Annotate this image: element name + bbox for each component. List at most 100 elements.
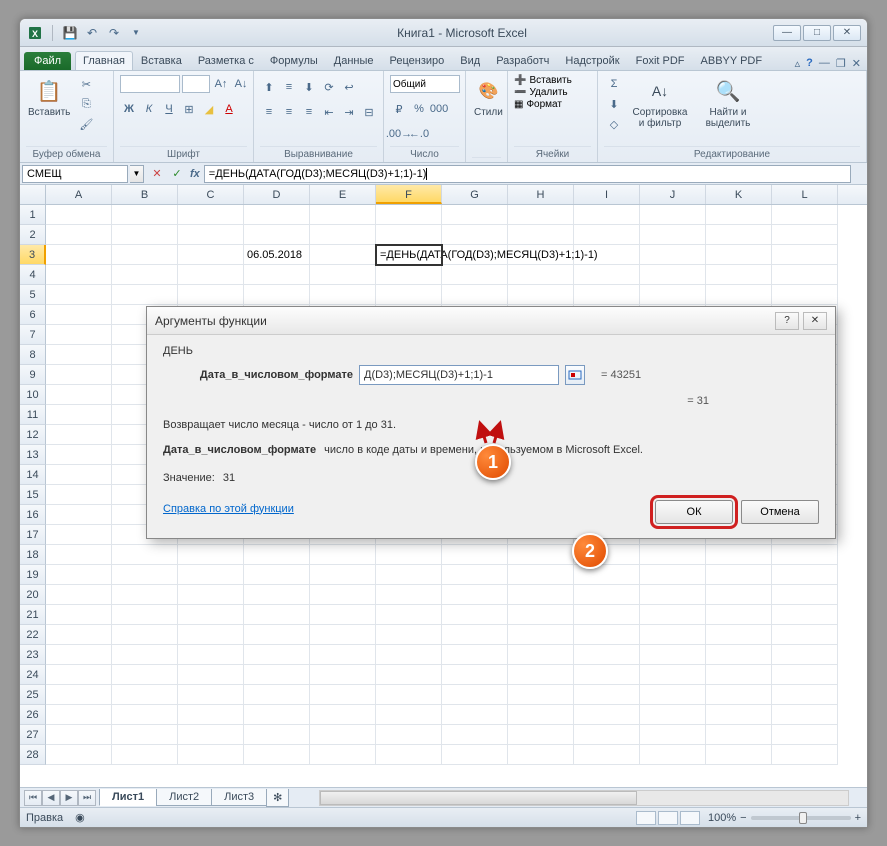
name-box[interactable]: СМЕЩ [22,165,128,183]
cell[interactable] [640,565,706,585]
ribbon-tab-formulas[interactable]: Формулы [262,51,326,70]
cell[interactable] [442,745,508,765]
col-header-A[interactable]: A [46,185,112,204]
currency-icon[interactable]: ₽ [390,100,408,118]
cell[interactable] [310,585,376,605]
col-header-E[interactable]: E [310,185,376,204]
cell[interactable] [310,245,376,265]
cell[interactable] [640,725,706,745]
cell[interactable] [772,205,838,225]
cell[interactable] [46,385,112,405]
cell[interactable] [46,225,112,245]
row-header-11[interactable]: 11 [20,405,46,425]
qat-dropdown-icon[interactable]: ▼ [127,24,145,42]
cell[interactable] [574,745,640,765]
ok-button[interactable]: ОК [655,500,733,524]
cell[interactable] [442,605,508,625]
close-button[interactable]: ✕ [833,25,861,41]
row-header-18[interactable]: 18 [20,545,46,565]
cell[interactable] [640,225,706,245]
new-sheet-tab[interactable]: ✻ [266,789,289,807]
cell[interactable] [178,565,244,585]
row-header-10[interactable]: 10 [20,385,46,405]
bold-icon[interactable]: Ж [120,100,138,118]
ribbon-tab-home[interactable]: Главная [75,51,133,70]
cell[interactable] [310,685,376,705]
insert-cells-button[interactable]: ➕Вставить [514,75,572,86]
dec-decimal-icon[interactable]: ←.0 [410,125,428,143]
cell[interactable] [178,665,244,685]
col-header-K[interactable]: K [706,185,772,204]
align-left-icon[interactable]: ≡ [260,103,278,121]
minimize-button[interactable]: — [773,25,801,41]
cell[interactable] [244,745,310,765]
tab-nav-first[interactable]: ⏮ [24,790,42,806]
row-header-22[interactable]: 22 [20,625,46,645]
row-header-13[interactable]: 13 [20,445,46,465]
cell[interactable] [442,285,508,305]
cell[interactable] [310,665,376,685]
col-header-G[interactable]: G [442,185,508,204]
cell[interactable] [640,645,706,665]
cell[interactable] [46,365,112,385]
autosum-icon[interactable]: Σ [604,75,624,93]
cell[interactable] [46,245,112,265]
cell[interactable] [706,565,772,585]
zoom-out-button[interactable]: − [740,812,746,824]
styles-button[interactable]: 🎨 Стили [472,75,505,120]
row-header-17[interactable]: 17 [20,525,46,545]
cell[interactable] [46,265,112,285]
cell[interactable] [508,285,574,305]
cell[interactable] [46,545,112,565]
row-header-16[interactable]: 16 [20,505,46,525]
sort-filter-button[interactable]: A↓ Сортировка и фильтр [628,75,692,131]
cell[interactable] [508,205,574,225]
font-size-select[interactable] [182,75,210,93]
sheet-tab-2[interactable]: Лист2 [156,789,212,806]
workbook-minimize-icon[interactable]: — [819,57,830,70]
cell[interactable] [508,725,574,745]
col-header-H[interactable]: H [508,185,574,204]
cell[interactable] [706,285,772,305]
cell[interactable] [46,205,112,225]
ribbon-tab-layout[interactable]: Разметка с [190,51,262,70]
number-format-select[interactable] [390,75,460,93]
cell[interactable] [640,665,706,685]
row-header-27[interactable]: 27 [20,725,46,745]
tab-nav-last[interactable]: ⏭ [78,790,96,806]
cell[interactable] [376,685,442,705]
tab-nav-next[interactable]: ▶ [60,790,78,806]
cell[interactable] [46,445,112,465]
cell[interactable] [640,245,706,265]
cell[interactable] [508,545,574,565]
cell[interactable] [376,585,442,605]
cell[interactable] [46,645,112,665]
cell[interactable] [112,585,178,605]
fx-icon[interactable]: fx [190,168,200,180]
row-header-6[interactable]: 6 [20,305,46,325]
cell[interactable] [442,665,508,685]
ribbon-tab-abbyy[interactable]: ABBYY PDF [693,51,771,70]
format-cells-button[interactable]: ▦Формат [514,99,562,110]
function-help-link[interactable]: Справка по этой функции [163,503,294,515]
cell[interactable] [244,565,310,585]
cell[interactable] [442,645,508,665]
ribbon-minimize-icon[interactable]: ▵ [795,57,801,70]
font-color-icon[interactable]: A [220,100,238,118]
cell[interactable] [574,205,640,225]
cell[interactable] [46,745,112,765]
cell[interactable] [178,545,244,565]
cell[interactable] [772,245,838,265]
indent-inc-icon[interactable]: ⇥ [340,103,358,121]
cell[interactable] [442,685,508,705]
cell[interactable] [442,625,508,645]
cell[interactable] [640,685,706,705]
cell[interactable] [310,205,376,225]
formula-bar[interactable]: =ДЕНЬ(ДАТА(ГОД(D3);МЕСЯЦ(D3)+1;1)-1) [204,165,851,183]
row-header-26[interactable]: 26 [20,705,46,725]
row-header-2[interactable]: 2 [20,225,46,245]
cell[interactable] [706,725,772,745]
dialog-close-button[interactable]: ✕ [803,312,827,330]
row-header-25[interactable]: 25 [20,685,46,705]
cell[interactable] [706,265,772,285]
